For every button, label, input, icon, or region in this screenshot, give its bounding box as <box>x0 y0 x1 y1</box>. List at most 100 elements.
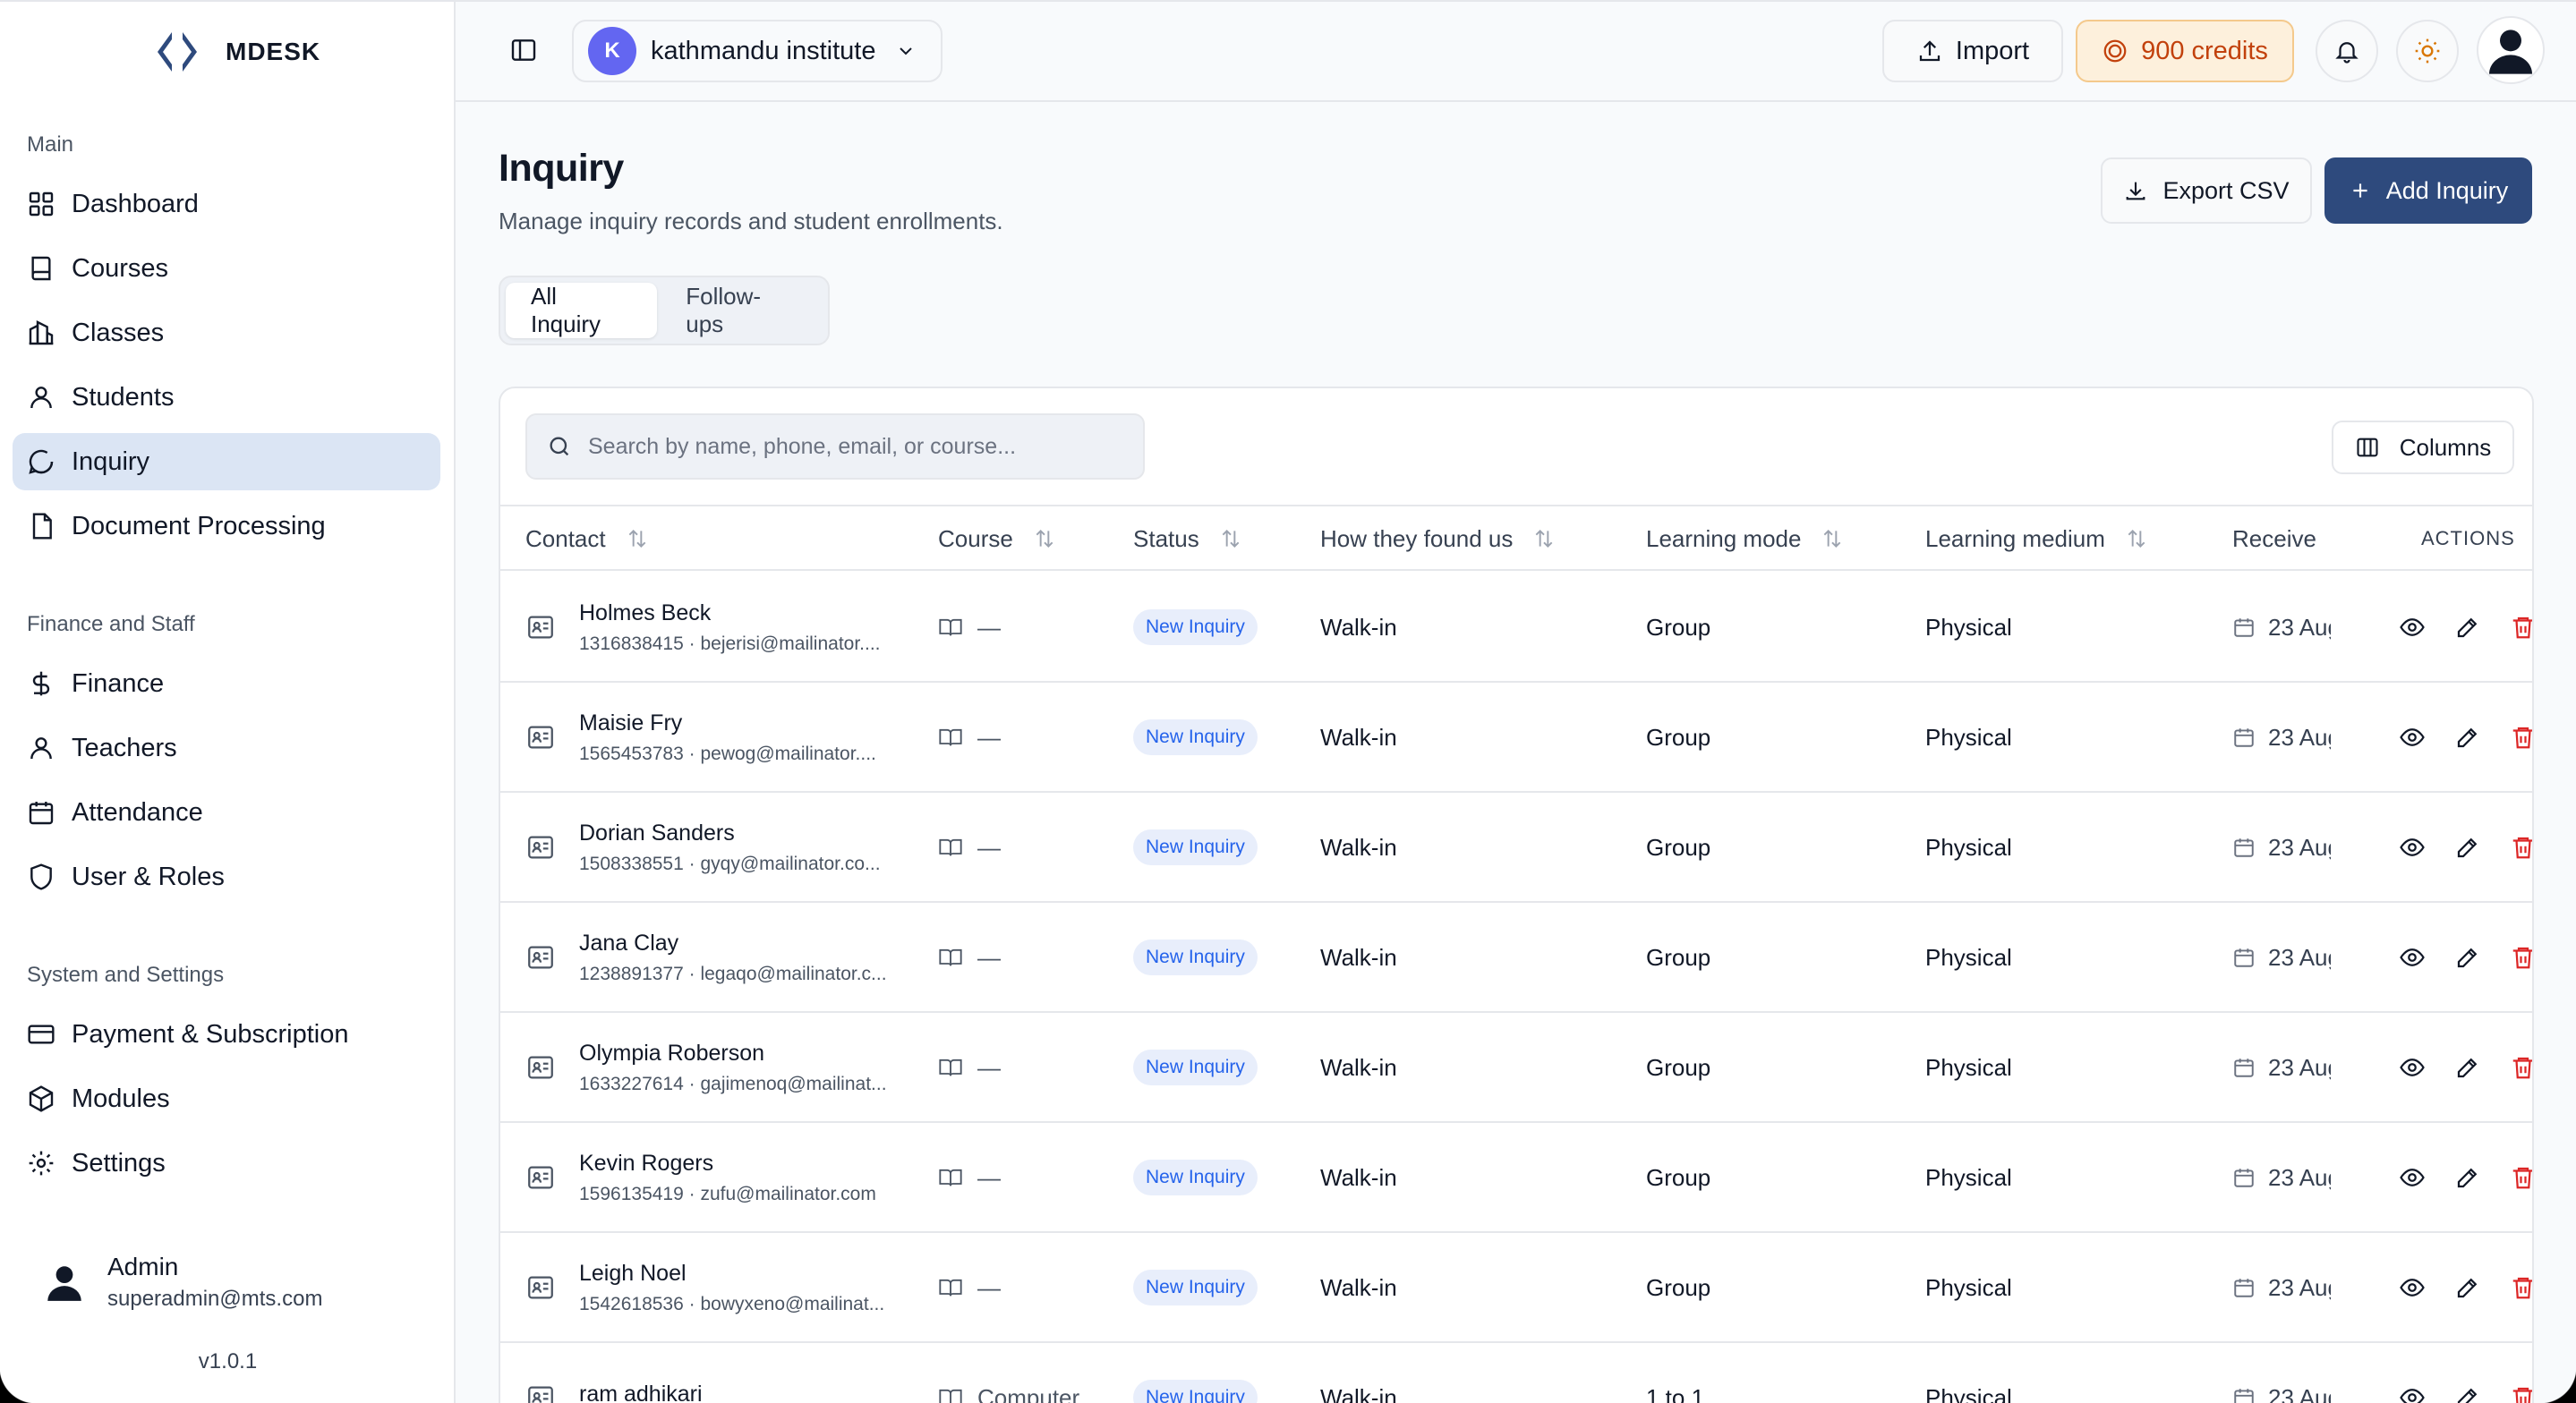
view-button[interactable] <box>2393 1378 2432 1403</box>
contact-name[interactable]: ram adhikari <box>579 1382 703 1403</box>
edit-button[interactable] <box>2448 938 2487 977</box>
column-header-status[interactable]: Status <box>1133 506 1242 571</box>
delete-button[interactable] <box>2503 1268 2532 1307</box>
column-header-learning-mode[interactable]: Learning mode <box>1646 506 1844 571</box>
contact-name[interactable]: Jana Clay <box>579 931 678 957</box>
course-value: — <box>977 833 1001 861</box>
contact-card-icon-cell <box>525 1233 556 1342</box>
inquiry-tabs: All Inquiry Follow-ups <box>499 276 830 345</box>
credits-button[interactable]: 900 credits <box>2076 20 2294 82</box>
account-avatar-button[interactable] <box>2477 16 2545 84</box>
edit-button[interactable] <box>2448 718 2487 757</box>
table-row[interactable]: Dorian Sanders 1508338551 · gyqy@mailina… <box>500 793 2532 903</box>
user-profile[interactable]: Admin superadmin@mts.com <box>39 1253 322 1312</box>
edit-button[interactable] <box>2448 1158 2487 1197</box>
import-button[interactable]: Import <box>1882 20 2063 82</box>
edit-button[interactable] <box>2448 1048 2487 1087</box>
sidebar-item-label: Attendance <box>72 797 203 827</box>
edit-button[interactable] <box>2448 828 2487 867</box>
column-header-how-found[interactable]: How they found us <box>1320 506 1556 571</box>
view-button[interactable] <box>2393 938 2432 977</box>
delete-button[interactable] <box>2503 608 2532 647</box>
delete-button[interactable] <box>2503 1378 2532 1403</box>
tab-all-inquiry[interactable]: All Inquiry <box>506 283 658 338</box>
sidebar-item-document-processing[interactable]: Document Processing <box>13 497 440 555</box>
sidebar-item-attendance[interactable]: Attendance <box>13 784 440 841</box>
delete-button[interactable] <box>2503 828 2532 867</box>
column-header-received[interactable]: Receive <box>2232 506 2316 571</box>
course-cell: — <box>938 1013 1001 1122</box>
sidebar-item-label: Finance <box>72 668 165 698</box>
contact-name[interactable]: Maisie Fry <box>579 710 682 736</box>
import-label: Import <box>1955 36 2030 65</box>
eye-icon <box>2400 728 2425 746</box>
columns-button[interactable]: Columns <box>2332 421 2514 474</box>
sidebar-item-label: Inquiry <box>72 446 150 476</box>
table-row[interactable]: Kevin Rogers 1596135419 · zufu@mailinato… <box>500 1123 2532 1233</box>
learning-medium-cell: Physical <box>1925 943 2012 971</box>
notifications-button[interactable] <box>2316 20 2378 82</box>
received-date: 23 Aug <box>2268 723 2331 751</box>
logo[interactable]: MDESK <box>154 29 320 75</box>
table-row[interactable]: ram adhikari Computer New Inquiry Walk-i… <box>500 1343 2532 1403</box>
sidebar-item-modules[interactable]: Modules <box>13 1070 440 1127</box>
plus-icon <box>2353 183 2367 198</box>
table-row[interactable]: Holmes Beck 1316838415 · bejerisi@mailin… <box>500 573 2532 683</box>
contact-cell: Kevin Rogers 1596135419 · zufu@mailinato… <box>579 1123 876 1232</box>
view-button[interactable] <box>2393 1268 2432 1307</box>
sidebar-item-students[interactable]: Students <box>13 369 440 426</box>
column-header-learning-medium[interactable]: Learning medium <box>1925 506 2148 571</box>
table-row[interactable]: Leigh Noel 1542618536 · bowyxeno@mailina… <box>500 1233 2532 1343</box>
delete-button[interactable] <box>2503 1048 2532 1087</box>
view-button[interactable] <box>2393 608 2432 647</box>
export-csv-button[interactable]: Export CSV <box>2101 157 2312 224</box>
column-header-label: Status <box>1133 524 1199 552</box>
sidebar-item-user-roles[interactable]: User & Roles <box>13 848 440 906</box>
sidebar-item-dashboard[interactable]: Dashboard <box>13 175 440 233</box>
sidebar-item-label: Teachers <box>72 733 177 762</box>
contact-name[interactable]: Dorian Sanders <box>579 821 735 846</box>
contact-name[interactable]: Olympia Roberson <box>579 1041 764 1067</box>
view-button[interactable] <box>2393 828 2432 867</box>
column-header-label: ACTIONS <box>2421 527 2515 549</box>
edit-button[interactable] <box>2448 1268 2487 1307</box>
sidebar-toggle-button[interactable] <box>509 36 538 64</box>
table-row[interactable]: Olympia Roberson 1633227614 · gajimenoq@… <box>500 1013 2532 1123</box>
column-header-course[interactable]: Course <box>938 506 1056 571</box>
table-row[interactable]: Jana Clay 1238891377 · legaqo@mailinator… <box>500 903 2532 1013</box>
status-badge: New Inquiry <box>1133 1270 1258 1305</box>
delete-button[interactable] <box>2503 938 2532 977</box>
contact-name[interactable]: Leigh Noel <box>579 1261 687 1287</box>
add-inquiry-button[interactable]: Add Inquiry <box>2324 157 2532 224</box>
contact-name[interactable]: Holmes Beck <box>579 600 711 626</box>
sidebar: MDESK Main Dashboard Courses Classes Stu… <box>0 2 456 1403</box>
eye-icon <box>2400 1059 2425 1076</box>
sidebar-item-finance[interactable]: Finance <box>13 655 440 712</box>
organization-switcher[interactable]: K kathmandu institute <box>572 20 943 82</box>
search-input[interactable] <box>588 433 1125 460</box>
open-book-icon <box>939 1169 962 1186</box>
delete-button[interactable] <box>2503 718 2532 757</box>
contact-card-icon <box>528 836 553 859</box>
contact-name[interactable]: Kevin Rogers <box>579 1151 713 1177</box>
sidebar-item-settings[interactable]: Settings <box>13 1135 440 1192</box>
learning-mode-cell: Group <box>1646 1273 1711 1301</box>
column-header-contact[interactable]: Contact <box>525 506 649 571</box>
sidebar-item-inquiry[interactable]: Inquiry <box>13 433 440 490</box>
sidebar-item-courses[interactable]: Courses <box>13 240 440 297</box>
view-button[interactable] <box>2393 1158 2432 1197</box>
contact-details: 1542618536 · bowyxeno@mailinat... <box>579 1293 885 1314</box>
sidebar-item-payment-subscription[interactable]: Payment & Subscription <box>13 1006 440 1063</box>
calendar-icon <box>2234 1389 2254 1403</box>
table-row[interactable]: Maisie Fry 1565453783 · pewog@mailinator… <box>500 683 2532 793</box>
edit-button[interactable] <box>2448 608 2487 647</box>
delete-button[interactable] <box>2503 1158 2532 1197</box>
sidebar-item-classes[interactable]: Classes <box>13 304 440 361</box>
edit-button[interactable] <box>2448 1378 2487 1403</box>
course-cell: — <box>938 683 1001 792</box>
view-button[interactable] <box>2393 1048 2432 1087</box>
view-button[interactable] <box>2393 718 2432 757</box>
theme-toggle-button[interactable] <box>2396 20 2459 82</box>
tab-follow-ups[interactable]: Follow-ups <box>661 283 823 338</box>
sidebar-item-teachers[interactable]: Teachers <box>13 719 440 777</box>
